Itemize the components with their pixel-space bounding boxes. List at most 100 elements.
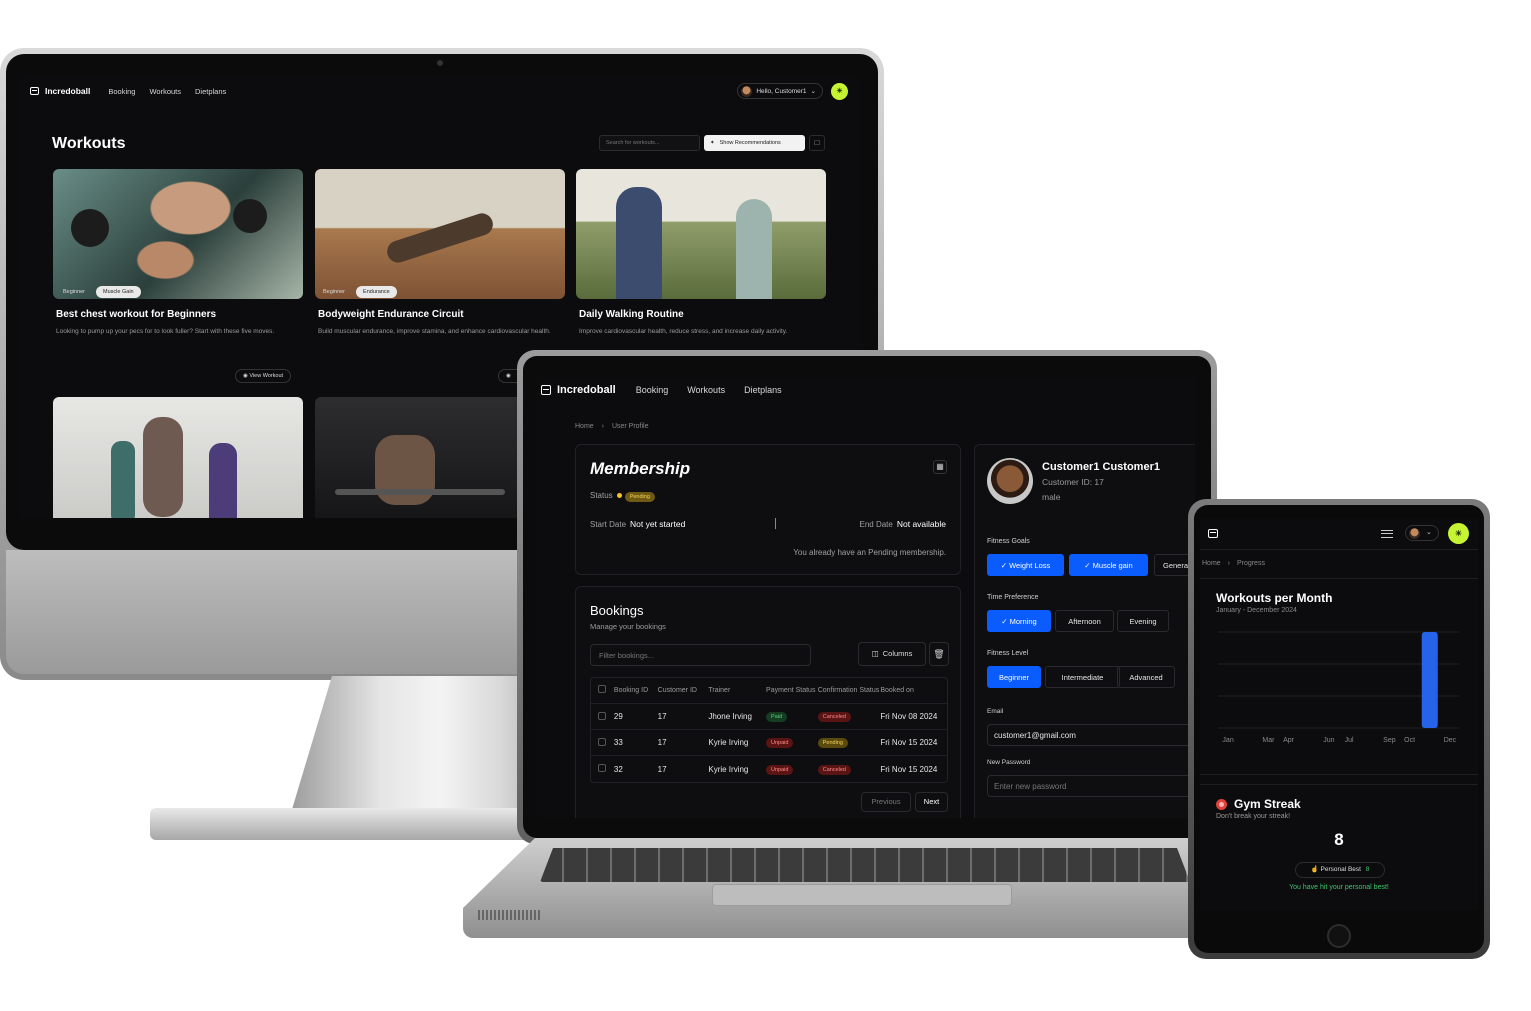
workout-image (53, 169, 303, 299)
row-checkbox[interactable] (591, 764, 614, 774)
membership-status: Status Pending (590, 491, 655, 502)
table-row[interactable]: 29 17 Jhone Irving Paid Canceled Fri Nov… (591, 704, 947, 730)
personal-best-label: Personal Best (1320, 866, 1361, 873)
password-field[interactable]: Enter new password (987, 775, 1195, 797)
monitor-camera (437, 60, 443, 66)
brand-logo[interactable]: Incredoball (541, 384, 616, 396)
bookings-card: Bookings Manage your bookings Filter boo… (575, 586, 961, 818)
user-menu[interactable]: ⌄ (1405, 525, 1439, 541)
status-label: Status (590, 491, 613, 500)
col-header[interactable]: Booking ID (614, 685, 658, 696)
chart-subtitle: January - December 2024 (1216, 607, 1297, 614)
nav-booking[interactable]: Booking (636, 385, 669, 395)
theme-toggle-icon[interactable]: ☀ (1448, 523, 1469, 544)
table-row[interactable]: 33 17 Kyrie Irving Unpaid Pending Fri No… (591, 730, 947, 756)
membership-note: You already have an Pending membership. (793, 548, 946, 557)
profile-name: Customer1 Customer1 (1042, 461, 1160, 473)
col-header[interactable]: Customer ID (658, 685, 709, 696)
workout-card[interactable]: Daily Walking Routine Improve cardiovasc… (576, 169, 826, 337)
level-intermediate-chip[interactable]: Intermediate (1045, 666, 1120, 688)
columns-button[interactable]: ◫ Columns (858, 642, 926, 666)
laptop-trackpad (712, 884, 1012, 906)
select-all-checkbox[interactable] (591, 684, 614, 697)
divider (1200, 549, 1478, 550)
status-badge: Pending (624, 492, 655, 502)
cell-customer-id: 17 (657, 764, 667, 774)
breadcrumb-home[interactable]: Home (575, 423, 594, 430)
level-advanced-chip[interactable]: Advanced (1117, 666, 1175, 688)
row-checkbox[interactable] (591, 711, 614, 722)
nav-workouts[interactable]: Workouts (687, 385, 725, 395)
cell-trainer: Kyrie Irving (708, 764, 749, 774)
columns-icon: ◫ (871, 649, 879, 658)
cell-trainer: Jhone Irving (708, 712, 752, 721)
chevron-down-icon: ⌄ (1426, 529, 1432, 536)
level-beginner-chip[interactable]: Beginner (987, 666, 1041, 688)
brand-logo[interactable]: Incredoball (30, 86, 90, 96)
personal-best-message: You have hit your personal best! (1289, 884, 1389, 891)
col-header[interactable]: Confirmation Status (818, 685, 881, 696)
bar-nov[interactable] (1421, 632, 1438, 728)
nav-booking[interactable]: Booking (108, 87, 135, 96)
brand-name: Incredoball (557, 384, 616, 396)
x-tick-label: Jun (1323, 737, 1334, 744)
time-afternoon-chip[interactable]: Afternoon (1055, 610, 1114, 632)
time-evening-chip[interactable]: Evening (1117, 610, 1169, 632)
goal-muscle-gain-chip[interactable]: ✓ Muscle gain (1069, 554, 1148, 576)
chip-label: Weight Loss (1009, 561, 1051, 570)
cell-booked-on: Fri Nov 15 2024 (880, 738, 938, 747)
col-header[interactable]: Trainer (708, 685, 766, 696)
nav-workouts[interactable]: Workouts (149, 87, 181, 96)
workout-image[interactable] (53, 397, 303, 518)
goal-weight-loss-chip[interactable]: ✓ Weight Loss (987, 554, 1064, 576)
show-recommendations-button[interactable]: ✦ Show Recommendations (704, 135, 805, 151)
end-date-label: End Date (859, 520, 893, 529)
theme-toggle-icon[interactable]: ☀ (831, 82, 848, 100)
workout-tags: Beginner Muscle Gain (56, 285, 145, 299)
workout-title: Bodyweight Endurance Circuit (318, 309, 464, 320)
workout-card[interactable]: Bodyweight Endurance Circuit Build muscu… (315, 169, 565, 337)
card-icon[interactable]: ▦ (933, 460, 947, 474)
bookings-table: Booking ID Customer ID Trainer Payment S… (590, 677, 948, 783)
recommend-label: Show Recommendations (719, 140, 781, 146)
password-label: New Password (987, 759, 1031, 766)
breadcrumb-home[interactable]: Home (1202, 560, 1221, 567)
view-workout-button[interactable]: ◉ View Workout (235, 369, 292, 383)
time-morning-chip[interactable]: ✓ Morning (987, 610, 1051, 632)
col-header[interactable]: Booked on (880, 685, 947, 696)
col-header[interactable]: Payment Status (766, 685, 818, 696)
personal-best-badge: ☝ Personal Best 8 (1295, 862, 1385, 878)
cell-booking-id: 29 (613, 712, 623, 721)
x-tick-label: Jul (1345, 737, 1354, 744)
streak-title-text: Gym Streak (1234, 797, 1301, 811)
trash-icon[interactable]: 🗑 (929, 642, 949, 666)
row-checkbox[interactable] (591, 737, 614, 748)
next-button[interactable]: Next (915, 792, 948, 812)
brand-logo[interactable] (1208, 528, 1218, 538)
previous-button[interactable]: Previous (861, 792, 911, 812)
nav-dietplans[interactable]: Dietplans (195, 87, 226, 96)
menu-icon[interactable] (1381, 530, 1393, 538)
bookmark-icon[interactable]: □ (809, 135, 825, 151)
workout-card[interactable]: Best chest workout for Beginners Looking… (53, 169, 303, 337)
page-title: Workouts (52, 135, 126, 152)
avatar (741, 85, 753, 97)
filter-input[interactable]: Filter bookings... (590, 644, 811, 666)
avatar (987, 458, 1033, 504)
x-tick-label: Oct (1404, 737, 1415, 744)
start-date-value: Not yet started (630, 519, 686, 529)
tag-goal: Muscle Gain (96, 286, 141, 298)
workout-description: Build muscular endurance, improve stamin… (318, 328, 551, 335)
streak-subtitle: Don't break your streak! (1216, 813, 1291, 820)
cell-customer-id: 17 (657, 738, 667, 747)
nav-dietplans[interactable]: Dietplans (744, 385, 782, 395)
eye-icon: ◉ (243, 373, 248, 379)
x-tick-label: Apr (1283, 737, 1295, 744)
home-button[interactable] (1327, 924, 1351, 948)
table-row[interactable]: 32 17 Kyrie Irving Unpaid Canceled Fri N… (591, 756, 947, 782)
workout-image (315, 169, 565, 299)
user-menu[interactable]: Hello, Customer1 ⌄ (737, 83, 823, 99)
email-field[interactable]: customer1@gmail.com (987, 724, 1195, 746)
divider (1200, 784, 1478, 785)
search-input[interactable]: Search for workouts... (599, 135, 700, 151)
